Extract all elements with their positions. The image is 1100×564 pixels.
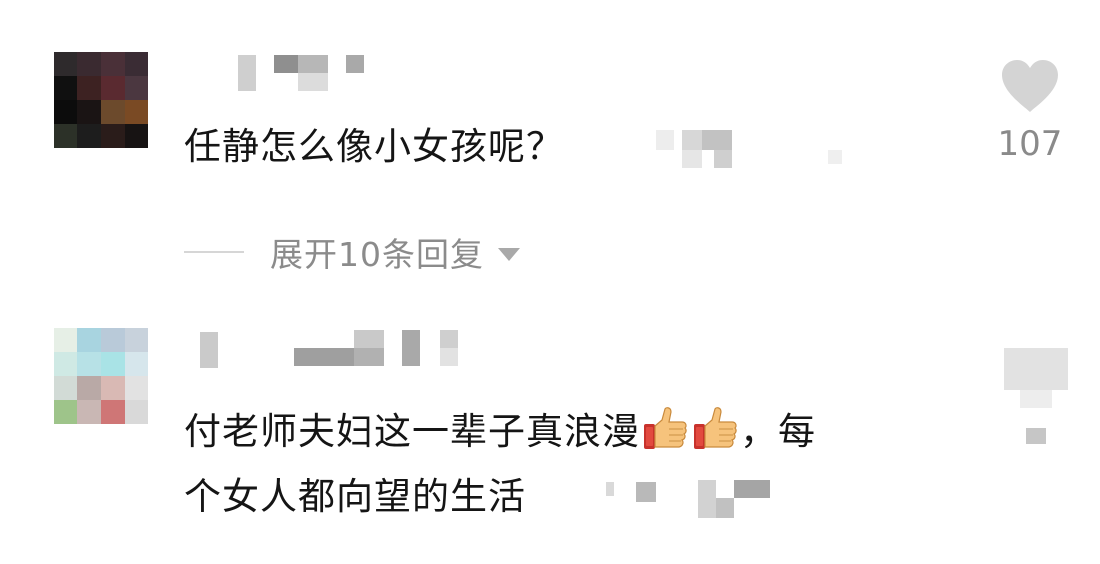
timestamp-redacted <box>606 480 776 518</box>
like-button[interactable]: 107 <box>985 58 1075 178</box>
thumbs-up-icon <box>644 407 687 449</box>
comment-text: 任静怎么像小女孩呢？ <box>184 122 564 172</box>
comment-text: 个女人都向望的生活 <box>184 472 526 522</box>
avatar[interactable] <box>54 328 148 424</box>
comment-body: ，每 <box>740 410 816 453</box>
comment-text: 付老师夫妇这一辈子真浪漫 ，每 <box>184 406 816 457</box>
avatar[interactable] <box>54 52 148 148</box>
comment-body: 个女人都向望的生活 <box>184 475 526 518</box>
like-count: 107 <box>997 124 1063 164</box>
thumbs-up-icon <box>694 407 737 449</box>
heart-icon <box>1002 60 1058 112</box>
comment-body: 任静怎么像小女孩呢？ <box>184 125 564 168</box>
username-redacted[interactable] <box>238 55 368 91</box>
comment-item: 付老师夫妇这一辈子真浪漫 ，每 个女人都向望的生活 <box>0 300 1100 564</box>
expand-replies-label: 展开10条回复 <box>270 235 484 274</box>
timestamp-redacted <box>656 130 846 168</box>
comment-body: 付老师夫妇这一辈子真浪漫 <box>184 410 640 453</box>
comment-item: 任静怎么像小女孩呢？ 107 展开10条回复 <box>0 0 1100 300</box>
chevron-down-icon <box>498 247 520 261</box>
expand-replies-button[interactable]: 展开10条回复 <box>184 228 520 276</box>
divider-line <box>184 251 244 253</box>
username-redacted[interactable] <box>200 328 480 370</box>
like-button[interactable] <box>1004 348 1068 448</box>
